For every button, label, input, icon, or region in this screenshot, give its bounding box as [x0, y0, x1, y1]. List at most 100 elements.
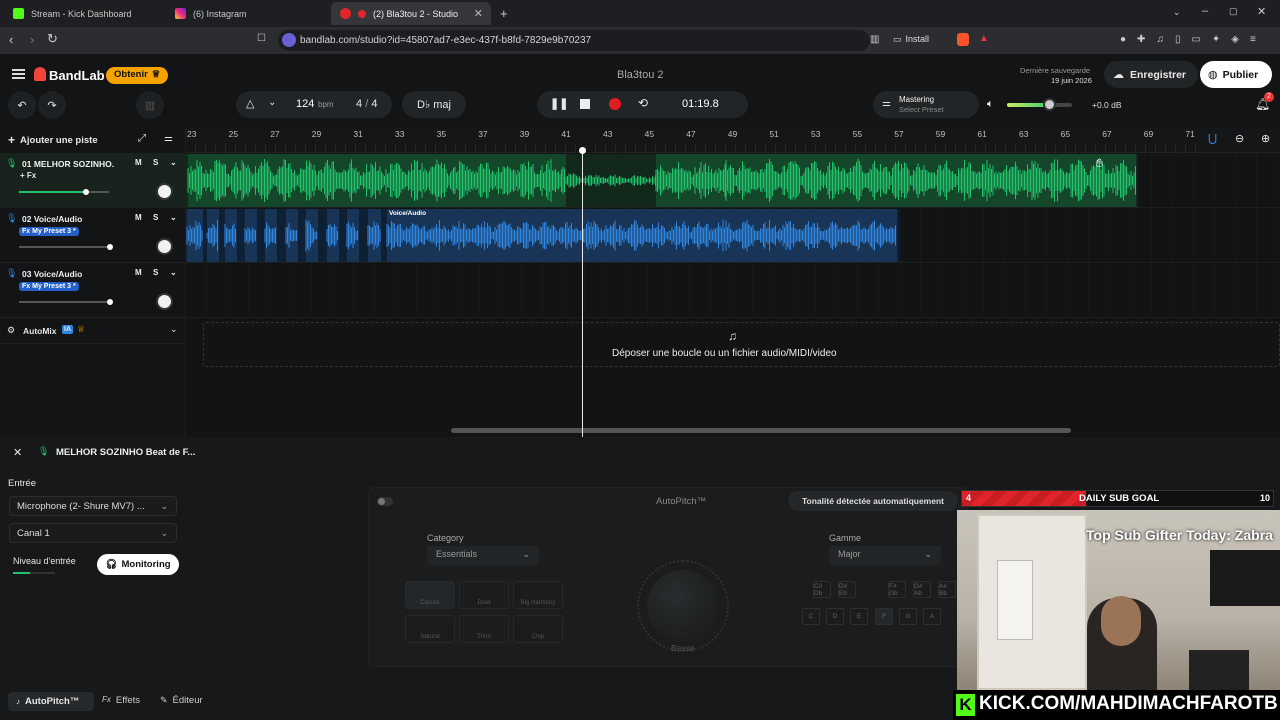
solo-button[interactable]: S	[153, 268, 158, 277]
scale-dropdown[interactable]: Major ⌄	[829, 546, 941, 565]
brave-shield-icon[interactable]	[957, 33, 969, 46]
style-chip[interactable]: Chip	[513, 615, 563, 643]
minimize-icon[interactable]: –	[1202, 5, 1208, 17]
playhead-handle[interactable]	[579, 147, 586, 154]
key-a[interactable]: A	[923, 608, 941, 625]
channel-dropdown[interactable]: Canal 1 ⌄	[9, 523, 177, 543]
style-duet[interactable]: Duet	[459, 581, 509, 609]
bpm-value[interactable]: 124	[296, 98, 314, 110]
track-menu-icon[interactable]: ⌄	[170, 158, 177, 167]
pan-knob[interactable]	[156, 183, 173, 200]
monitoring-button[interactable]: 🎧︎ Monitoring	[97, 554, 179, 575]
fx-preset-tag[interactable]: Fx My Preset 3 *	[19, 282, 79, 291]
style-classic[interactable]: Classic	[405, 581, 455, 609]
input-device-dropdown[interactable]: Microphone (2- Shure MV7) ... ⌄	[9, 496, 177, 516]
speaker-icon[interactable]: 🔈︎	[987, 98, 994, 111]
key-g-sharp[interactable]: G# Ab	[913, 581, 931, 598]
new-tab-icon[interactable]: +	[500, 6, 508, 21]
loop-icon[interactable]: ⟲	[638, 96, 648, 110]
tab-kick[interactable]: Stream - Kick Dashboard	[4, 2, 164, 25]
url-field[interactable]: bandlab.com/studio?id=45807ad7-e3ec-437f…	[278, 30, 929, 51]
close-tab-icon[interactable]: ✕	[474, 7, 483, 20]
audio-clip-track2[interactable]: Voice/Audio	[185, 209, 899, 262]
reader-icon[interactable]: ▥	[870, 34, 879, 45]
master-volume-slider[interactable]	[1007, 98, 1072, 111]
track-volume-slider[interactable]	[19, 189, 109, 195]
obtenir-button[interactable]: Obtenir ♕	[106, 67, 169, 84]
track-row-1[interactable]: 🎙︎ 01 MELHOR SOZINHO... M S ⌄ + Fx	[0, 153, 186, 208]
close-window-icon[interactable]: ✕	[1257, 5, 1266, 18]
time-signature[interactable]: 4 / 4	[356, 98, 377, 110]
key-f[interactable]: F	[875, 608, 893, 625]
tab-effets[interactable]: Fx Effets	[102, 695, 140, 706]
mute-button[interactable]: M	[135, 158, 142, 167]
install-button[interactable]: ▭ Install	[893, 34, 929, 45]
tab-bandlab-studio[interactable]: (2) Bla3tou 2 - Studio ✕	[331, 2, 491, 25]
maximize-icon[interactable]: ▢	[1229, 6, 1238, 17]
mixer-button[interactable]: ▥	[136, 91, 164, 119]
horizontal-scrollbar[interactable]	[451, 428, 1071, 433]
tool-icon[interactable]: ⤢	[138, 133, 146, 144]
key-e[interactable]: E	[850, 608, 868, 625]
track-name[interactable]: 02 Voice/Audio	[22, 214, 114, 224]
track-volume-slider[interactable]	[19, 244, 113, 250]
hamburger-icon[interactable]	[12, 69, 25, 79]
close-panel-icon[interactable]: ✕	[13, 446, 22, 459]
leo-icon[interactable]: ✦	[1212, 34, 1220, 45]
style-third[interactable]: Third	[459, 615, 509, 643]
basse-knob[interactable]	[647, 570, 719, 642]
save-button[interactable]: ☁ Enregistrer	[1104, 61, 1198, 88]
music-icon[interactable]: ♫	[1156, 34, 1164, 45]
track-menu-icon[interactable]: ⌄	[170, 213, 177, 222]
reload-icon[interactable]: ↻	[47, 31, 58, 47]
arrangement-timeline[interactable]: Voice/Audio ✋︎ ♫ Déposer une boucle ou u…	[185, 147, 1280, 437]
key-c-sharp[interactable]: C# Db	[813, 581, 831, 598]
zoom-in-icon[interactable]: ⊕	[1261, 132, 1270, 145]
metronome-dropdown-icon[interactable]: ⌄	[268, 97, 276, 108]
track-row-3[interactable]: 🎙︎ 03 Voice/Audio M S ⌄ Fx My Preset 3 *	[0, 263, 186, 318]
metronome-icon[interactable]: △	[246, 97, 254, 110]
site-info-icon[interactable]	[282, 33, 296, 47]
key-d-sharp[interactable]: D# Eb	[838, 581, 856, 598]
settings-sliders-icon[interactable]: ⚌	[164, 133, 173, 144]
add-track-button[interactable]: + Ajouter une piste	[8, 130, 98, 150]
pause-icon[interactable]: ❚❚	[550, 97, 568, 110]
drop-zone[interactable]: ♫ Déposer une boucle ou un fichier audio…	[203, 322, 1280, 367]
zoom-out-icon[interactable]: ⊖	[1235, 132, 1244, 145]
timeline-ruler[interactable]: 23 25 27 29 31 33 35 37 39 41 43 45 47 49 51 53 55 57 59 61…	[186, 127, 1280, 153]
tab-editeur[interactable]: ✎ Éditeur	[160, 695, 203, 706]
chevron-down-icon[interactable]: ⌄	[170, 324, 178, 335]
add-fx-button[interactable]: + Fx	[20, 171, 36, 180]
audio-clip-track1[interactable]	[186, 154, 1138, 207]
key-button[interactable]: D♭ maj	[402, 91, 466, 118]
menu-icon[interactable]: ≡	[1250, 34, 1256, 45]
puzzle-icon[interactable]: ✚	[1137, 34, 1145, 45]
publish-button[interactable]: ◍ Publier	[1200, 61, 1272, 88]
redo-button[interactable]: ↷	[38, 91, 66, 119]
forward-icon[interactable]: ›	[30, 32, 34, 47]
key-d[interactable]: D	[826, 608, 844, 625]
stop-icon[interactable]	[580, 99, 590, 109]
wallet-icon[interactable]: ▭	[1191, 34, 1200, 45]
back-icon[interactable]: ‹	[9, 32, 13, 47]
mute-button[interactable]: M	[135, 213, 142, 222]
rewards-icon[interactable]: ▲	[979, 33, 989, 44]
track-row-2[interactable]: 🎙︎ 02 Voice/Audio M S ⌄ Fx My Preset 3 *	[0, 208, 186, 263]
auto-key-detect-button[interactable]: Tonalité détectée automatiquement	[788, 491, 958, 511]
vpn-icon[interactable]: ◈	[1231, 34, 1239, 45]
playhead[interactable]	[582, 150, 583, 437]
undo-button[interactable]: ↶	[8, 91, 36, 119]
key-g[interactable]: G	[899, 608, 917, 625]
tab-list-icon[interactable]: ⌄	[1173, 7, 1181, 18]
key-a-sharp[interactable]: A# Bb	[938, 581, 956, 598]
record-icon[interactable]	[609, 98, 621, 110]
track-menu-icon[interactable]: ⌄	[170, 268, 177, 277]
key-f-sharp[interactable]: F# Gb	[888, 581, 906, 598]
track-name[interactable]: 03 Voice/Audio	[22, 269, 114, 279]
track-volume-slider[interactable]	[19, 299, 113, 305]
mastering-button[interactable]: ⚌ Mastering Select Preset	[873, 91, 979, 118]
category-dropdown[interactable]: Essentials ⌄	[427, 546, 539, 565]
style-big-harmony[interactable]: Big Harmony	[513, 581, 563, 609]
pan-knob[interactable]	[156, 293, 173, 310]
tab-instagram[interactable]: (6) Instagram	[166, 2, 328, 25]
